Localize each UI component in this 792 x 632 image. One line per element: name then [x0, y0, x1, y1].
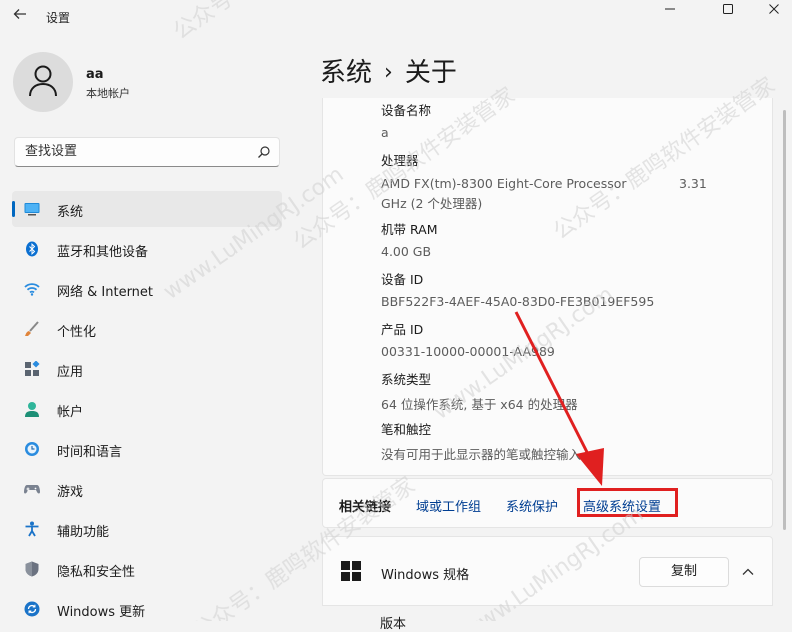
- monitor-icon: [24, 201, 40, 217]
- processor-value: AMD FX(tm)-8300 Eight-Core Processor: [381, 176, 627, 191]
- chevron-up-icon[interactable]: [741, 564, 755, 583]
- shield-icon: [24, 561, 40, 577]
- device-name-value: a: [381, 125, 389, 140]
- related-links-bar: 相关链接 域或工作组 系统保护 高级系统设置: [322, 478, 773, 528]
- breadcrumb-parent[interactable]: 系统: [320, 58, 372, 88]
- device-name-label: 设备名称: [381, 103, 432, 118]
- processor-speed: 3.31: [679, 176, 707, 191]
- system-type-value: 64 位操作系统, 基于 x64 的处理器: [381, 397, 578, 412]
- user-name: aa: [86, 67, 104, 82]
- device-specs-panel: 设备名称 a 处理器 AMD FX(tm)-8300 Eight-Core Pr…: [322, 98, 773, 476]
- nav-item-privacy[interactable]: 隐私和安全性: [12, 551, 282, 587]
- bluetooth-icon: [24, 241, 40, 257]
- domain-workgroup-link[interactable]: 域或工作组: [416, 496, 481, 515]
- search-input[interactable]: [25, 144, 245, 159]
- nav-item-bluetooth[interactable]: 蓝牙和其他设备: [12, 231, 282, 267]
- maximize-icon[interactable]: [716, 3, 740, 21]
- edition-label: 版本: [380, 617, 407, 632]
- wifi-icon: [24, 281, 40, 297]
- processor-value-cont: GHz (2 个处理器): [381, 196, 483, 211]
- related-links-title: 相关链接: [339, 500, 392, 515]
- nav-item-accessibility[interactable]: 辅助功能: [12, 511, 282, 547]
- title-bar: 设置: [0, 0, 792, 32]
- person-icon: [24, 401, 40, 417]
- person-icon: [29, 65, 57, 97]
- system-protection-link[interactable]: 系统保护: [506, 496, 558, 515]
- nav-item-label: 网络 & Internet: [57, 285, 154, 300]
- nav-item-label: 辅助功能: [57, 525, 110, 540]
- nav-item-label: 帐户: [57, 405, 84, 420]
- clock-globe-icon: [24, 441, 40, 457]
- nav-item-windows-update[interactable]: Windows 更新: [12, 591, 282, 627]
- nav-item-label: 蓝牙和其他设备: [57, 245, 149, 260]
- ram-label: 机带 RAM: [381, 222, 438, 237]
- nav-item-time-language[interactable]: 时间和语言: [12, 431, 282, 467]
- search-icon[interactable]: [257, 144, 271, 163]
- accessibility-icon: [24, 521, 40, 537]
- nav-item-label: 游戏: [57, 485, 84, 500]
- windows-logo-icon: [341, 561, 361, 585]
- app-title: 设置: [46, 11, 71, 25]
- back-arrow-icon[interactable]: [12, 6, 32, 26]
- account-type: 本地帐户: [86, 87, 130, 100]
- system-type-label: 系统类型: [381, 372, 432, 387]
- windows-spec-card[interactable]: Windows 规格 复制: [322, 536, 773, 606]
- copy-button[interactable]: 复制: [639, 557, 729, 587]
- apps-icon: [24, 360, 40, 377]
- nav-item-network[interactable]: 网络 & Internet: [12, 271, 282, 307]
- ram-value: 4.00 GB: [381, 244, 432, 259]
- processor-label: 处理器: [381, 153, 419, 168]
- search-box[interactable]: [14, 137, 280, 167]
- pen-touch-label: 笔和触控: [381, 422, 432, 437]
- update-icon: [24, 601, 40, 617]
- avatar[interactable]: [13, 52, 73, 112]
- page-title: 关于: [404, 58, 457, 88]
- windows-spec-title: Windows 规格: [381, 568, 470, 583]
- breadcrumb: 系统 › 关于: [320, 52, 457, 89]
- minimize-icon[interactable]: [658, 3, 682, 21]
- nav-item-system[interactable]: 系统: [12, 191, 282, 227]
- brush-icon: [24, 321, 40, 337]
- scrollbar[interactable]: [783, 110, 786, 530]
- device-id-value: BBF522F3-4AEF-45A0-83D0-FE3B019EF595: [381, 294, 655, 309]
- nav-item-gaming[interactable]: 游戏: [12, 471, 282, 507]
- nav-item-label: 时间和语言: [57, 445, 123, 460]
- breadcrumb-separator: ›: [384, 60, 393, 85]
- pen-touch-value: 没有可用于此显示器的笔或触控输入: [381, 447, 582, 462]
- device-id-label: 设备 ID: [381, 272, 424, 287]
- nav-item-accounts[interactable]: 帐户: [12, 391, 282, 427]
- close-icon[interactable]: [762, 3, 786, 21]
- product-id-label: 产品 ID: [381, 322, 424, 337]
- highlight-box: [577, 488, 678, 517]
- nav-item-personalization[interactable]: 个性化: [12, 311, 282, 347]
- nav-item-label: 个性化: [57, 325, 97, 340]
- product-id-value: 00331-10000-00001-AA989: [381, 344, 555, 359]
- nav-item-label: Windows 更新: [57, 605, 146, 620]
- active-indicator: [12, 201, 15, 217]
- nav-item-apps[interactable]: 应用: [12, 351, 282, 387]
- nav-item-label: 系统: [57, 205, 84, 220]
- gamepad-icon: [24, 481, 40, 497]
- nav-item-label: 隐私和安全性: [57, 565, 136, 580]
- nav-item-label: 应用: [57, 365, 84, 380]
